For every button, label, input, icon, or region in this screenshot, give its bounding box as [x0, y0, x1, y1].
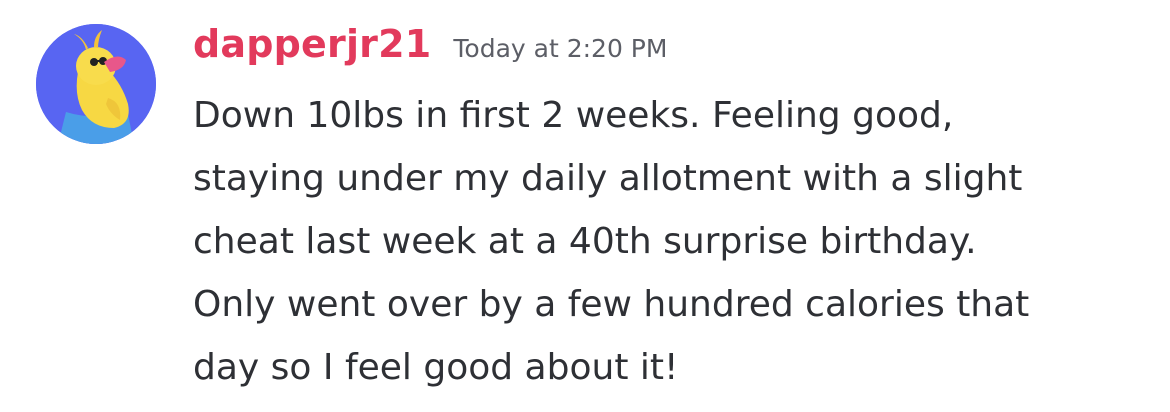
message-content: Down 10lbs in first 2 weeks. Feeling goo… [193, 84, 1153, 399]
user-avatar[interactable] [36, 24, 156, 144]
message-text-line: cheat last week at a 40th surprise birth… [193, 221, 977, 262]
message-timestamp: Today at 2:20 PM [453, 34, 668, 63]
yellow-duck-avatar-icon [36, 24, 156, 144]
message-text-line: Only went over by a few hundred calories… [193, 284, 1030, 325]
message-text-line: Down 10lbs in first 2 weeks. Feeling goo… [193, 95, 954, 136]
message-text-line: day so I feel good about it! [193, 347, 679, 388]
username[interactable]: dapperjr21 [193, 22, 431, 66]
chat-message: dapperjr21 Today at 2:20 PM Down 10lbs i… [0, 0, 1170, 412]
message-text-line: staying under my daily allotment with a … [193, 158, 1023, 199]
message-header: dapperjr21 Today at 2:20 PM [193, 22, 667, 78]
